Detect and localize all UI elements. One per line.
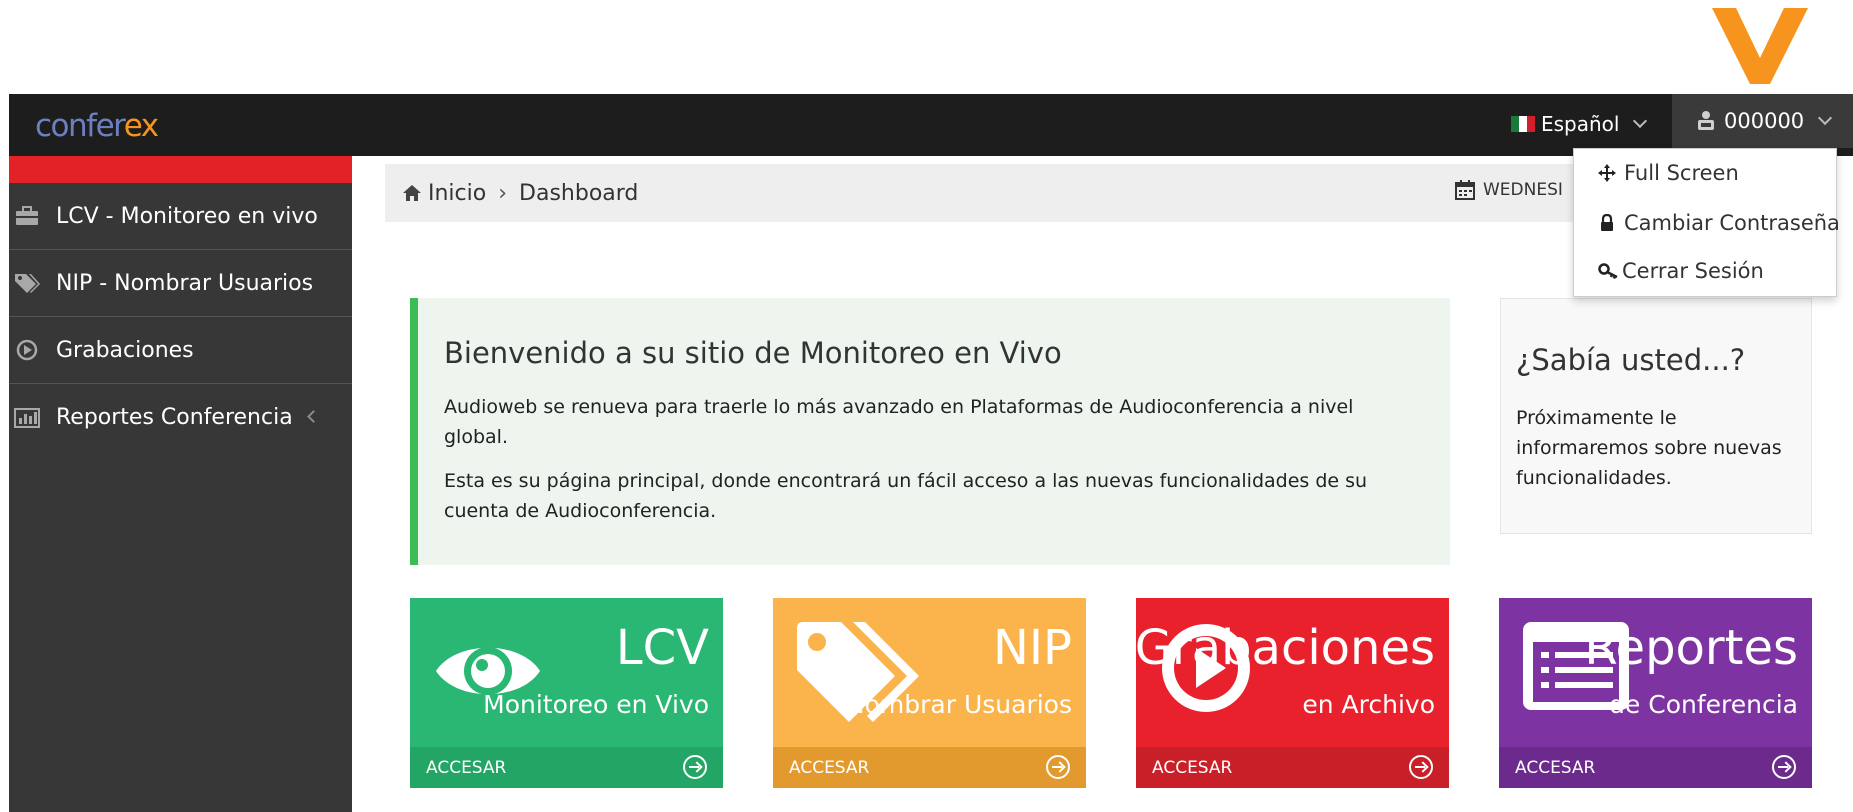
mexico-flag-icon: [1511, 116, 1535, 132]
tile-action-label: ACCESAR: [1515, 758, 1596, 778]
sidebar-item-label: Reportes Conferencia: [56, 405, 293, 430]
arrow-circle-right-icon: [1772, 755, 1796, 779]
menu-item-change-password[interactable]: Cambiar Contraseña: [1598, 211, 1840, 235]
tile-action-label: ACCESAR: [426, 758, 507, 778]
sidebar-item-label: LCV - Monitoreo en vivo: [56, 203, 318, 229]
user-group-icon: [1698, 111, 1714, 130]
conferex-logo[interactable]: conferex: [35, 108, 159, 144]
tile-subtitle: Monitoreo en Vivo: [483, 690, 709, 719]
menu-item-logout[interactable]: Cerrar Sesión: [1598, 259, 1764, 283]
date-label: WEDNESI: [1483, 180, 1563, 200]
tile-action-label: ACCESAR: [789, 758, 870, 778]
sidebar-item-nip[interactable]: NIP - Nombrar Usuarios: [9, 250, 352, 317]
tile-subtitle: en Archivo: [1302, 690, 1435, 719]
menu-item-label: Cambiar Contraseña: [1624, 211, 1840, 235]
calendar-icon: [1455, 180, 1475, 200]
logo-text-main: confer: [35, 108, 125, 144]
bar-chart-icon: [5, 407, 49, 428]
chevron-down-icon: [1818, 110, 1833, 126]
tile-title: Reportes: [1584, 620, 1798, 676]
tile-title: NIP: [992, 620, 1072, 676]
menu-item-label: Cerrar Sesión: [1622, 259, 1764, 283]
breadcrumb-current: Dashboard: [519, 180, 639, 206]
sidebar-item-dashboard[interactable]: [9, 156, 352, 183]
arrow-circle-right-icon: [683, 755, 707, 779]
tile-nip[interactable]: NIP Nombrar Usuarios ACCESAR: [773, 598, 1086, 788]
tile-lcv[interactable]: LCV Monitoreo en Vivo ACCESAR: [410, 598, 723, 788]
tile-reportes[interactable]: Reportes de Conferencia ACCESAR: [1499, 598, 1812, 788]
move-arrows-icon: [1598, 164, 1616, 182]
welcome-paragraph-1: Audioweb se renueva para traerle lo más …: [444, 396, 1354, 448]
tags-icon: [5, 272, 49, 294]
tile-footer[interactable]: ACCESAR: [773, 747, 1086, 788]
tile-grabaciones[interactable]: Grabaciones en Archivo ACCESAR: [1136, 598, 1449, 788]
user-menu-button[interactable]: 000000: [1672, 94, 1853, 148]
tile-title: Grabaciones: [1136, 620, 1435, 676]
tile-subtitle: de Conferencia: [1609, 690, 1798, 719]
lock-icon: [1601, 214, 1613, 231]
logo-text-accent: ex: [123, 108, 159, 144]
sidebar-item-lcv[interactable]: LCV - Monitoreo en vivo: [9, 183, 352, 250]
key-icon: [1598, 263, 1618, 279]
tile-footer[interactable]: ACCESAR: [1499, 747, 1812, 788]
sidebar: LCV - Monitoreo en vivo NIP - Nombrar Us…: [9, 156, 352, 812]
user-dropdown-menu: Full Screen Cambiar Contraseña Cerrar Se…: [1573, 148, 1840, 297]
arrow-circle-right-icon: [1046, 755, 1070, 779]
page: conferex Español 000000 LCV - Monitoreo …: [0, 0, 1853, 812]
arrow-circle-right-icon: [1409, 755, 1433, 779]
chevron-left-icon: [307, 410, 320, 423]
user-id-label: 000000: [1724, 109, 1805, 133]
tile-footer[interactable]: ACCESAR: [410, 747, 723, 788]
top-navbar: conferex Español 000000: [9, 94, 1853, 156]
welcome-panel: Bienvenido a su sitio de Monitoreo en Vi…: [410, 298, 1450, 565]
tile-action-label: ACCESAR: [1152, 758, 1233, 778]
play-circle-icon: [5, 339, 49, 361]
tile-footer[interactable]: ACCESAR: [1136, 747, 1449, 788]
breadcrumb-separator: ›: [498, 180, 508, 206]
menu-item-full-screen[interactable]: Full Screen: [1598, 161, 1739, 185]
language-selector[interactable]: Español: [1511, 106, 1648, 142]
did-you-know-text: Próximamente le informaremos sobre nueva…: [1516, 407, 1782, 489]
sidebar-item-label: NIP - Nombrar Usuarios: [56, 270, 314, 296]
date-display: WEDNESI: [1455, 180, 1563, 200]
did-you-know-panel: ¿Sabía usted...? Próximamente le informa…: [1500, 298, 1812, 534]
sidebar-item-reportes[interactable]: Reportes Conferencia: [9, 384, 352, 451]
language-label: Español: [1541, 112, 1620, 136]
v-marker-icon: [1712, 8, 1808, 84]
tile-subtitle: Nombrar Usuarios: [845, 690, 1072, 719]
home-icon: [403, 185, 421, 201]
welcome-title: Bienvenido a su sitio de Monitoreo en Vi…: [444, 336, 1062, 370]
chevron-down-icon: [1633, 113, 1648, 129]
sidebar-item-label: Grabaciones: [56, 337, 194, 363]
welcome-paragraph-2: Esta es su página principal, donde encon…: [444, 470, 1368, 522]
tile-title: LCV: [615, 620, 709, 676]
breadcrumb-home[interactable]: Inicio: [428, 181, 486, 206]
did-you-know-title: ¿Sabía usted...?: [1516, 343, 1746, 377]
briefcase-icon: [5, 206, 49, 226]
sidebar-item-grabaciones[interactable]: Grabaciones: [9, 317, 352, 384]
menu-item-label: Full Screen: [1624, 161, 1739, 185]
